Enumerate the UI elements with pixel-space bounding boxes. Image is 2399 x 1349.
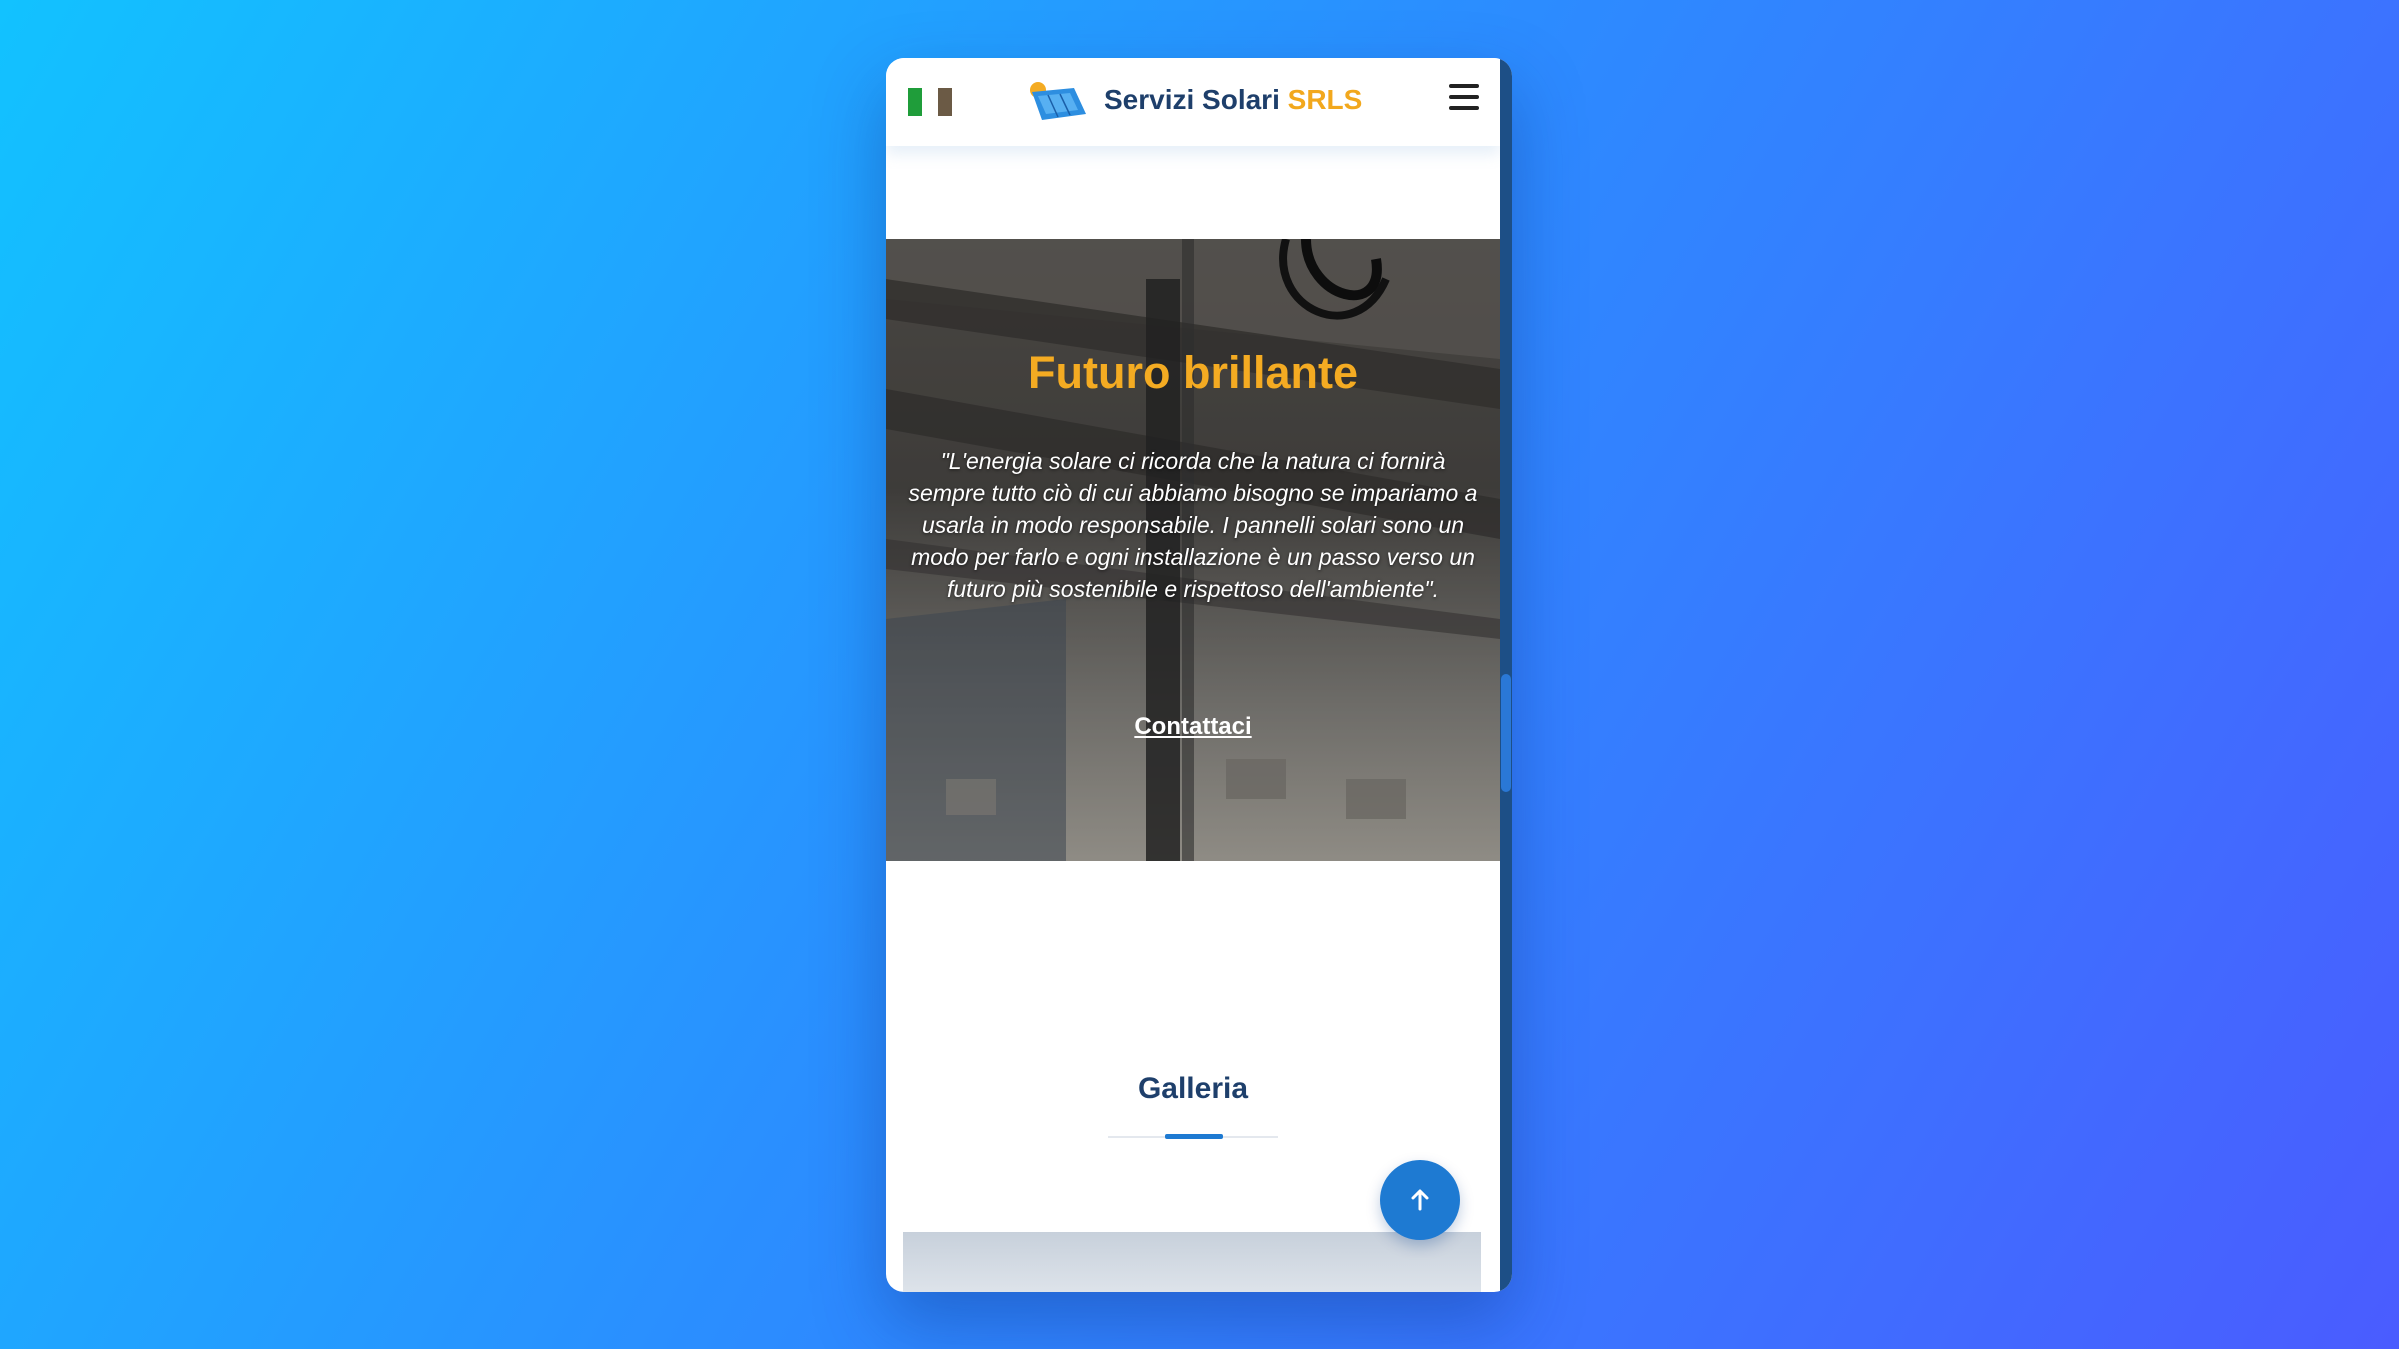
scrollbar-thumb[interactable] [1501, 674, 1511, 792]
site-header: Servizi Solari SRLS [886, 58, 1500, 146]
gallery-divider-accent [1165, 1134, 1223, 1139]
brand-name-main: Servizi Solari [1104, 84, 1280, 115]
hamburger-menu-icon[interactable] [1449, 84, 1479, 112]
hero-title: Futuro brillante [1028, 347, 1358, 398]
gallery-image[interactable] [903, 1232, 1481, 1292]
brand-name[interactable]: Servizi Solari SRLS [1104, 84, 1362, 116]
arrow-up-icon [1411, 1189, 1429, 1211]
hero-section: Futuro brillante "L'energia solare ci ri… [886, 239, 1500, 861]
contact-link[interactable]: Contattaci [886, 713, 1500, 741]
gallery-title: Galleria [1137, 1072, 1249, 1105]
mobile-viewport: Servizi Solari SRLS Futuro brillante "L'… [886, 58, 1512, 1292]
hero-quote: "L'energia solare ci ricorda che la natu… [908, 448, 1478, 602]
brand-name-accent: SRLS [1287, 84, 1363, 115]
scroll-to-top-button[interactable] [1380, 1160, 1460, 1240]
italy-flag-icon[interactable] [908, 88, 952, 116]
solar-panel-logo-icon[interactable] [1024, 80, 1090, 124]
